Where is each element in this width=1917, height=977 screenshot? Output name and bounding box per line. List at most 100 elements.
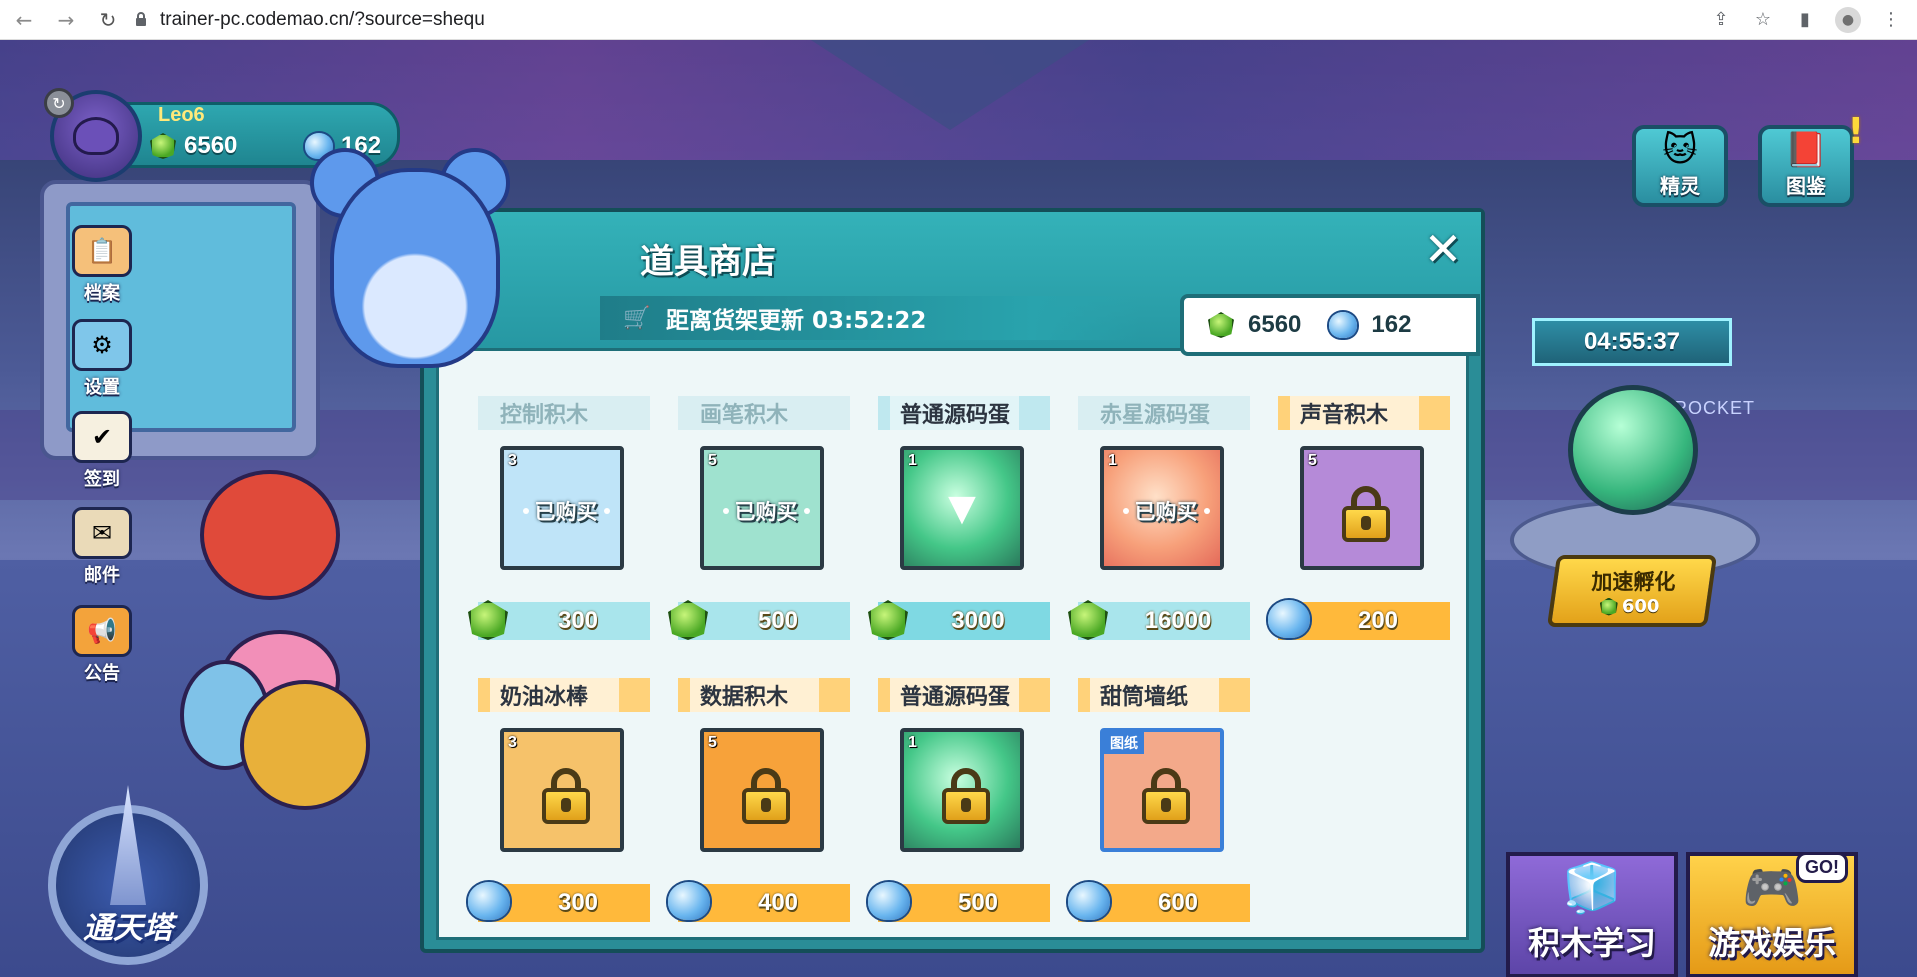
sprite-button[interactable]: 🐱 精灵 xyxy=(1632,125,1728,207)
shop-item-control-blocks[interactable]: 控制积木 3 已购买 300 xyxy=(468,396,650,642)
bought-label: 已购买 xyxy=(704,494,820,528)
game-entertainment-button[interactable]: 🎮 游戏娱乐 GO! xyxy=(1686,852,1858,977)
item-name: 甜筒墙纸 xyxy=(1100,685,1189,710)
lock-icon xyxy=(742,768,790,824)
item-name: 普通源码蛋 xyxy=(900,403,1011,428)
reload-button[interactable]: ↻ xyxy=(94,6,122,34)
restock-timer-text: 距离货架更新 03:52:22 xyxy=(666,308,927,334)
crystal-icon xyxy=(668,882,710,920)
egg-icon[interactable] xyxy=(1568,385,1698,515)
go-badge: GO! xyxy=(1796,852,1848,883)
codex-button[interactable]: 📕 图鉴 ! xyxy=(1758,111,1864,207)
sidepanel-icon[interactable]: ▮ xyxy=(1793,8,1817,32)
crystal-icon xyxy=(1268,600,1310,638)
menu-item-mail[interactable]: ✉ 邮件 xyxy=(62,507,142,587)
speed-hatch-button[interactable]: 加速孵化 600 xyxy=(1546,555,1718,627)
item-name: 控制积木 xyxy=(500,403,589,428)
item-price: 500 xyxy=(668,600,850,640)
lock-icon xyxy=(132,11,150,29)
profile-icon[interactable]: ● xyxy=(1835,6,1861,33)
timer-text: 04:55:37 xyxy=(1583,328,1681,355)
price-value: 3000 xyxy=(951,607,1005,634)
crystal-icon xyxy=(1068,882,1110,920)
item-price: 300 xyxy=(468,600,650,640)
close-icon: ✕ xyxy=(1423,222,1463,276)
item-price: 300 xyxy=(468,882,650,922)
menu-item-settings[interactable]: ⚙ 设置 xyxy=(62,319,142,399)
hatch-cost-value: 600 xyxy=(1622,595,1660,617)
item-header: 数据积木 xyxy=(678,678,850,712)
settings-icon: ⚙ xyxy=(72,319,132,371)
item-header: 声音积木 xyxy=(1278,396,1450,430)
tower-button[interactable]: 通天塔 xyxy=(48,785,208,965)
tower-label: 通天塔 xyxy=(83,911,173,946)
gem-count: 6560 xyxy=(184,132,238,159)
item-name: 数据积木 xyxy=(700,685,789,710)
item-image: 5 已购买 xyxy=(700,446,824,570)
codex-label: 图鉴 xyxy=(1786,174,1826,198)
back-button[interactable]: ← xyxy=(10,6,38,34)
shop-item-pen-blocks[interactable]: 画笔积木 5 已购买 500 xyxy=(668,396,850,642)
price-value: 300 xyxy=(557,889,599,916)
shop-title: 道具商店 xyxy=(640,242,776,282)
switch-account-icon[interactable]: ↻ xyxy=(44,88,74,118)
alert-badge: ! xyxy=(1847,111,1864,152)
menu-item-announcement[interactable]: 📢 公告 xyxy=(62,605,142,685)
reload-icon: ↻ xyxy=(99,7,117,32)
menu-label: 设置 xyxy=(84,377,120,398)
item-image: 5 xyxy=(1300,446,1424,570)
item-qty: 3 xyxy=(508,452,517,469)
game-scene: ↻ Leo6 6560 162 📋 档案 ⚙ 设置 ✔ 签到 ✉ 邮件 📢 公告… xyxy=(0,40,1917,977)
calendar-check-icon: ✔ xyxy=(72,411,132,463)
lock-icon xyxy=(942,768,990,824)
item-price: 600 xyxy=(1068,882,1250,922)
item-name: 赤星源码蛋 xyxy=(1100,403,1211,428)
bought-label: 已购买 xyxy=(1104,494,1220,528)
item-price: 3000 xyxy=(868,600,1050,640)
item-qty: 1 xyxy=(908,452,917,469)
item-qty: 1 xyxy=(1108,452,1117,469)
gem-balance: 6560 xyxy=(150,132,237,160)
lock-icon xyxy=(1342,486,1390,542)
menu-item-profile[interactable]: 📋 档案 xyxy=(62,225,142,305)
price-value: 16000 xyxy=(1144,607,1212,634)
menu-label: 邮件 xyxy=(84,565,120,586)
item-image: 1 xyxy=(900,728,1024,852)
forward-button[interactable]: → xyxy=(52,6,80,34)
bird-character xyxy=(200,470,340,600)
kebab-menu-icon[interactable]: ⋮ xyxy=(1879,8,1903,32)
block-learning-button[interactable]: 🧊 积木学习 xyxy=(1506,852,1678,977)
shop-item-data-blocks[interactable]: 数据积木 5 400 xyxy=(668,678,850,924)
lock-icon xyxy=(1142,768,1190,824)
mail-icon: ✉ xyxy=(72,507,132,559)
address-bar[interactable]: trainer-pc.codemao.cn/?source=shequ xyxy=(132,5,1709,35)
shop-item-normal-egg[interactable]: 普通源码蛋 1 ▼ 3000 xyxy=(868,396,1050,642)
price-value: 500 xyxy=(957,889,999,916)
price-value: 400 xyxy=(757,889,799,916)
item-header: 赤星源码蛋 xyxy=(1078,396,1250,430)
browser-toolbar: ← → ↻ trainer-pc.codemao.cn/?source=sheq… xyxy=(0,0,1917,40)
block-learning-label: 积木学习 xyxy=(1527,924,1656,962)
gem-icon xyxy=(868,600,908,640)
player-name: Leo6 xyxy=(158,104,205,126)
crystal-icon xyxy=(868,882,910,920)
shop-item-cream-popsicle[interactable]: 奶油冰棒 3 300 xyxy=(468,678,650,924)
star-icon[interactable]: ☆ xyxy=(1751,8,1775,32)
cart-icon: 🛒 xyxy=(623,305,651,331)
item-image: 3 xyxy=(500,728,624,852)
shop-item-red-star-egg[interactable]: 赤星源码蛋 1 已购买 16000 xyxy=(1068,396,1250,642)
egg-icon: ▼ xyxy=(948,487,976,529)
restock-timer-bar: 🛒 距离货架更新 03:52:22 xyxy=(600,296,1140,340)
item-qty: 3 xyxy=(508,734,517,751)
close-button[interactable]: ✕ xyxy=(1418,224,1468,274)
item-image: 1 已购买 xyxy=(1100,446,1224,570)
item-qty: 1 xyxy=(908,734,917,751)
item-price: 500 xyxy=(868,882,1050,922)
url-text: trainer-pc.codemao.cn/?source=shequ xyxy=(160,8,485,30)
menu-label: 签到 xyxy=(84,469,120,490)
menu-item-checkin[interactable]: ✔ 签到 xyxy=(62,411,142,491)
shop-item-cone-wallpaper[interactable]: 甜筒墙纸 图纸 600 xyxy=(1068,678,1250,924)
share-icon[interactable]: ⇪ xyxy=(1709,8,1733,32)
shop-item-sound-blocks[interactable]: 声音积木 5 200 xyxy=(1268,396,1450,642)
shop-item-normal-egg-2[interactable]: 普通源码蛋 1 500 xyxy=(868,678,1050,924)
